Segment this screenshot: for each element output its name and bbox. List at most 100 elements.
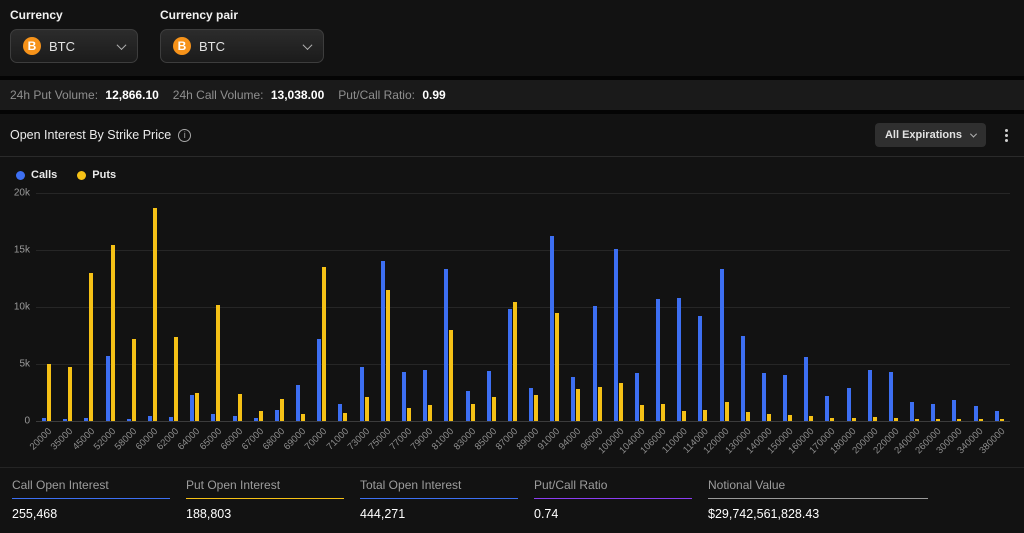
bar-group-83000[interactable]	[459, 193, 480, 421]
puts-bar[interactable]	[428, 405, 432, 421]
bar-group-89000[interactable]	[523, 193, 544, 421]
calls-bar[interactable]	[275, 410, 279, 421]
calls-bar[interactable]	[63, 419, 67, 421]
calls-bar[interactable]	[931, 404, 935, 421]
calls-bar[interactable]	[635, 373, 639, 421]
bar-group-62000[interactable]	[163, 193, 184, 421]
expirations-dropdown[interactable]: All Expirations	[875, 123, 986, 147]
puts-bar[interactable]	[746, 412, 750, 421]
bar-group-66000[interactable]	[227, 193, 248, 421]
calls-bar[interactable]	[317, 339, 321, 421]
bar-group-106000[interactable]	[650, 193, 671, 421]
bar-group-300000[interactable]	[946, 193, 967, 421]
calls-bar[interactable]	[783, 375, 787, 421]
calls-bar[interactable]	[487, 371, 491, 421]
kebab-menu-icon[interactable]	[998, 125, 1014, 145]
bar-group-60000[interactable]	[142, 193, 163, 421]
bar-group-69000[interactable]	[290, 193, 311, 421]
bar-group-340000[interactable]	[968, 193, 989, 421]
puts-bar[interactable]	[259, 411, 263, 421]
puts-bar[interactable]	[365, 397, 369, 421]
puts-bar[interactable]	[111, 245, 115, 421]
puts-bar[interactable]	[576, 389, 580, 421]
calls-bar[interactable]	[698, 316, 702, 421]
calls-bar[interactable]	[508, 309, 512, 421]
bar-group-70000[interactable]	[311, 193, 332, 421]
calls-bar[interactable]	[868, 370, 872, 421]
puts-bar[interactable]	[1000, 419, 1004, 421]
puts-bar[interactable]	[725, 402, 729, 421]
puts-bar[interactable]	[894, 418, 898, 421]
calls-bar[interactable]	[656, 299, 660, 421]
calls-bar[interactable]	[190, 395, 194, 421]
bar-group-45000[interactable]	[78, 193, 99, 421]
calls-bar[interactable]	[762, 373, 766, 421]
puts-bar[interactable]	[407, 408, 411, 421]
calls-bar[interactable]	[529, 388, 533, 421]
puts-bar[interactable]	[449, 330, 453, 421]
calls-bar[interactable]	[338, 404, 342, 421]
calls-bar[interactable]	[211, 414, 215, 421]
bar-group-94000[interactable]	[565, 193, 586, 421]
puts-bar[interactable]	[280, 399, 284, 421]
puts-bar[interactable]	[174, 337, 178, 421]
bar-group-73000[interactable]	[354, 193, 375, 421]
puts-bar[interactable]	[661, 404, 665, 421]
puts-bar[interactable]	[682, 411, 686, 421]
bar-group-85000[interactable]	[481, 193, 502, 421]
calls-bar[interactable]	[889, 372, 893, 421]
calls-bar[interactable]	[466, 391, 470, 421]
bar-group-114000[interactable]	[692, 193, 713, 421]
puts-bar[interactable]	[216, 305, 220, 421]
calls-bar[interactable]	[169, 417, 173, 421]
bar-group-65000[interactable]	[205, 193, 226, 421]
bar-group-110000[interactable]	[671, 193, 692, 421]
info-icon[interactable]	[178, 129, 191, 142]
calls-bar[interactable]	[995, 411, 999, 421]
bar-group-71000[interactable]	[332, 193, 353, 421]
puts-bar[interactable]	[619, 383, 623, 421]
calls-bar[interactable]	[148, 416, 152, 421]
puts-bar[interactable]	[534, 395, 538, 421]
bar-group-35000[interactable]	[57, 193, 78, 421]
calls-bar[interactable]	[825, 396, 829, 421]
puts-bar[interactable]	[89, 273, 93, 421]
legend-item-puts[interactable]: Puts	[77, 169, 116, 181]
bar-group-79000[interactable]	[417, 193, 438, 421]
puts-bar[interactable]	[555, 313, 559, 421]
puts-bar[interactable]	[598, 387, 602, 421]
legend-item-calls[interactable]: Calls	[16, 169, 57, 181]
bar-group-20000[interactable]	[36, 193, 57, 421]
calls-bar[interactable]	[720, 269, 724, 421]
calls-bar[interactable]	[910, 402, 914, 421]
puts-bar[interactable]	[471, 404, 475, 421]
calls-bar[interactable]	[741, 336, 745, 422]
calls-bar[interactable]	[360, 367, 364, 421]
calls-bar[interactable]	[127, 419, 131, 421]
calls-bar[interactable]	[402, 372, 406, 421]
calls-bar[interactable]	[952, 400, 956, 421]
puts-bar[interactable]	[322, 267, 326, 421]
calls-bar[interactable]	[804, 357, 808, 421]
calls-bar[interactable]	[571, 377, 575, 421]
bar-group-170000[interactable]	[819, 193, 840, 421]
puts-bar[interactable]	[640, 405, 644, 421]
puts-bar[interactable]	[873, 417, 877, 421]
bar-group-67000[interactable]	[248, 193, 269, 421]
calls-bar[interactable]	[381, 261, 385, 421]
bar-group-150000[interactable]	[777, 193, 798, 421]
bar-group-81000[interactable]	[438, 193, 459, 421]
bar-group-160000[interactable]	[798, 193, 819, 421]
puts-bar[interactable]	[386, 290, 390, 421]
puts-bar[interactable]	[132, 339, 136, 421]
bar-group-91000[interactable]	[544, 193, 565, 421]
bar-group-100000[interactable]	[608, 193, 629, 421]
bar-group-96000[interactable]	[586, 193, 607, 421]
calls-bar[interactable]	[974, 406, 978, 421]
bar-group-120000[interactable]	[714, 193, 735, 421]
puts-bar[interactable]	[68, 367, 72, 421]
puts-bar[interactable]	[195, 393, 199, 422]
bar-group-64000[interactable]	[184, 193, 205, 421]
puts-bar[interactable]	[809, 416, 813, 421]
bar-group-52000[interactable]	[100, 193, 121, 421]
